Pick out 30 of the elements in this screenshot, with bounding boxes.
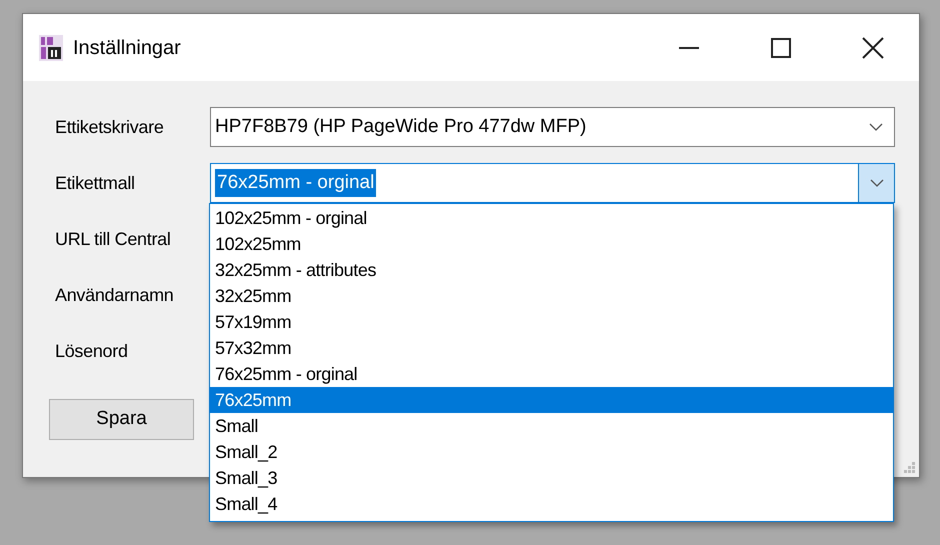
save-button[interactable]: Spara: [49, 399, 194, 440]
combo-box[interactable]: HP7F8B79 (HP PageWide Pro 477dw MFP): [210, 107, 895, 147]
resize-grip-icon[interactable]: [904, 462, 916, 474]
dropdown-option[interactable]: 32x25mm: [210, 283, 893, 309]
window-title: Inställningar: [73, 36, 181, 60]
dropdown-option[interactable]: 57x32mm: [210, 335, 893, 361]
dropdown-option[interactable]: Small_2: [210, 439, 893, 465]
dropdown-option[interactable]: 102x25mm: [210, 231, 893, 257]
field-label: Användarnamn: [55, 284, 174, 306]
dropdown-option[interactable]: Small: [210, 413, 893, 439]
minimize-icon: [679, 46, 699, 48]
field-label: Etikettmall: [55, 172, 136, 194]
dropdown-option[interactable]: Small_4: [210, 491, 893, 517]
close-icon: [862, 36, 884, 58]
combo-value: HP7F8B79 (HP PageWide Pro 477dw MFP): [215, 114, 588, 139]
field-label: Lösenord: [55, 340, 129, 362]
caret-icon: [869, 123, 883, 131]
combo-box[interactable]: 76x25mm - orginal: [210, 163, 895, 203]
dropdown-option[interactable]: 32x25mm - attributes: [210, 257, 893, 283]
app-icon: [39, 34, 63, 60]
field-label: Ettiketskrivare: [55, 116, 165, 138]
dropdown-option[interactable]: 102x25mm - orginal: [210, 205, 893, 231]
combo-value: 76x25mm - orginal: [215, 168, 376, 198]
maximize-icon: [771, 38, 791, 58]
dropdown-option[interactable]: Small_3: [210, 465, 893, 491]
caret-icon: [870, 179, 884, 187]
field-label: URL till Central: [55, 228, 172, 250]
dropdown-option[interactable]: 76x25mm - orginal: [210, 361, 893, 387]
dropdown-option[interactable]: 57x19mm: [210, 309, 893, 335]
dropdown-option[interactable]: 76x25mm: [210, 387, 893, 413]
